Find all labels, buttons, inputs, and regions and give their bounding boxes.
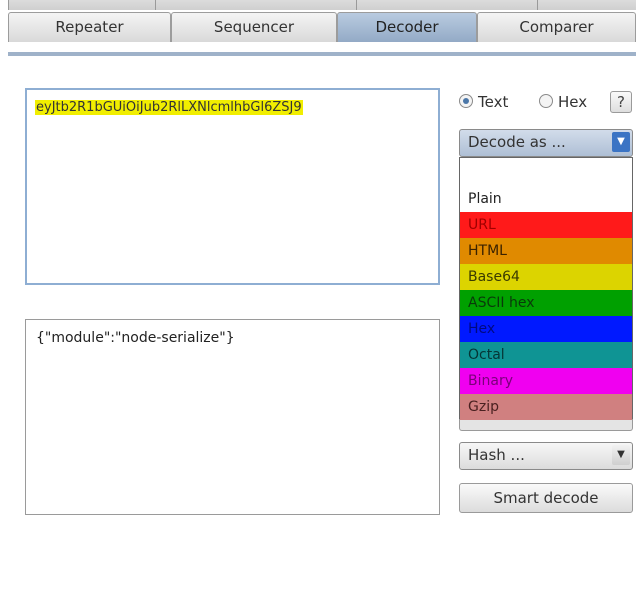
smart-decode-button[interactable]: Smart decode xyxy=(459,483,633,513)
chevron-down-icon[interactable]: ▼ xyxy=(612,132,630,152)
decode-as-dropdown[interactable]: Decode as ... ▼ xyxy=(459,129,633,157)
decode-as-label: Decode as ... xyxy=(468,133,566,151)
tab-top-3[interactable] xyxy=(356,0,538,10)
radio-empty-icon xyxy=(539,94,553,108)
chevron-down-icon[interactable]: ▼ xyxy=(612,445,630,465)
radio-selected-icon xyxy=(459,94,473,108)
encoded-text: eyJtb2R1bGUiOiJub2RlLXNlcmlhbGl6ZSJ9 xyxy=(35,100,303,115)
tab-top-4[interactable] xyxy=(537,0,636,10)
help-button[interactable]: ? xyxy=(610,91,632,113)
menu-item-ascii-hex[interactable]: ASCII hex xyxy=(460,290,632,316)
menu-item-binary[interactable]: Binary xyxy=(460,368,632,394)
menu-item-html[interactable]: HTML xyxy=(460,238,632,264)
tab-top-2[interactable] xyxy=(155,0,357,10)
menu-item-octal[interactable]: Octal xyxy=(460,342,632,368)
top-tab-row xyxy=(0,0,636,10)
decoded-text: {"module":"node-serialize"} xyxy=(36,330,235,346)
text-radio-label: Text xyxy=(478,93,509,111)
tab-comparer[interactable]: Comparer xyxy=(477,12,636,42)
menu-item-blank[interactable] xyxy=(460,160,632,186)
hex-radio[interactable]: Hex xyxy=(539,93,587,111)
tab-bar: Repeater Sequencer Decoder Comparer xyxy=(0,10,636,56)
tab-repeater[interactable]: Repeater xyxy=(8,12,171,42)
decode-as-menu: Plain URL HTML Base64 ASCII hex Hex Octa… xyxy=(459,157,633,420)
text-radio[interactable]: Text xyxy=(459,93,508,111)
menu-item-base64[interactable]: Base64 xyxy=(460,264,632,290)
menu-item-plain[interactable]: Plain xyxy=(460,186,632,212)
menu-item-gzip[interactable]: Gzip xyxy=(460,394,632,420)
menu-item-hex[interactable]: Hex xyxy=(460,316,632,342)
tab-sequencer[interactable]: Sequencer xyxy=(171,12,337,42)
hex-radio-label: Hex xyxy=(558,93,588,111)
hash-dropdown[interactable]: Hash ... ▼ xyxy=(459,442,633,470)
encoded-input-area[interactable]: eyJtb2R1bGUiOiJub2RlLXNlcmlhbGl6ZSJ9 xyxy=(25,88,440,285)
hash-label: Hash ... xyxy=(468,446,525,464)
tab-underline xyxy=(8,52,636,56)
tab-top-1[interactable] xyxy=(8,0,156,10)
menu-item-url[interactable]: URL xyxy=(460,212,632,238)
tab-decoder[interactable]: Decoder xyxy=(337,12,477,42)
decoded-output-area[interactable]: {"module":"node-serialize"} xyxy=(25,319,440,515)
